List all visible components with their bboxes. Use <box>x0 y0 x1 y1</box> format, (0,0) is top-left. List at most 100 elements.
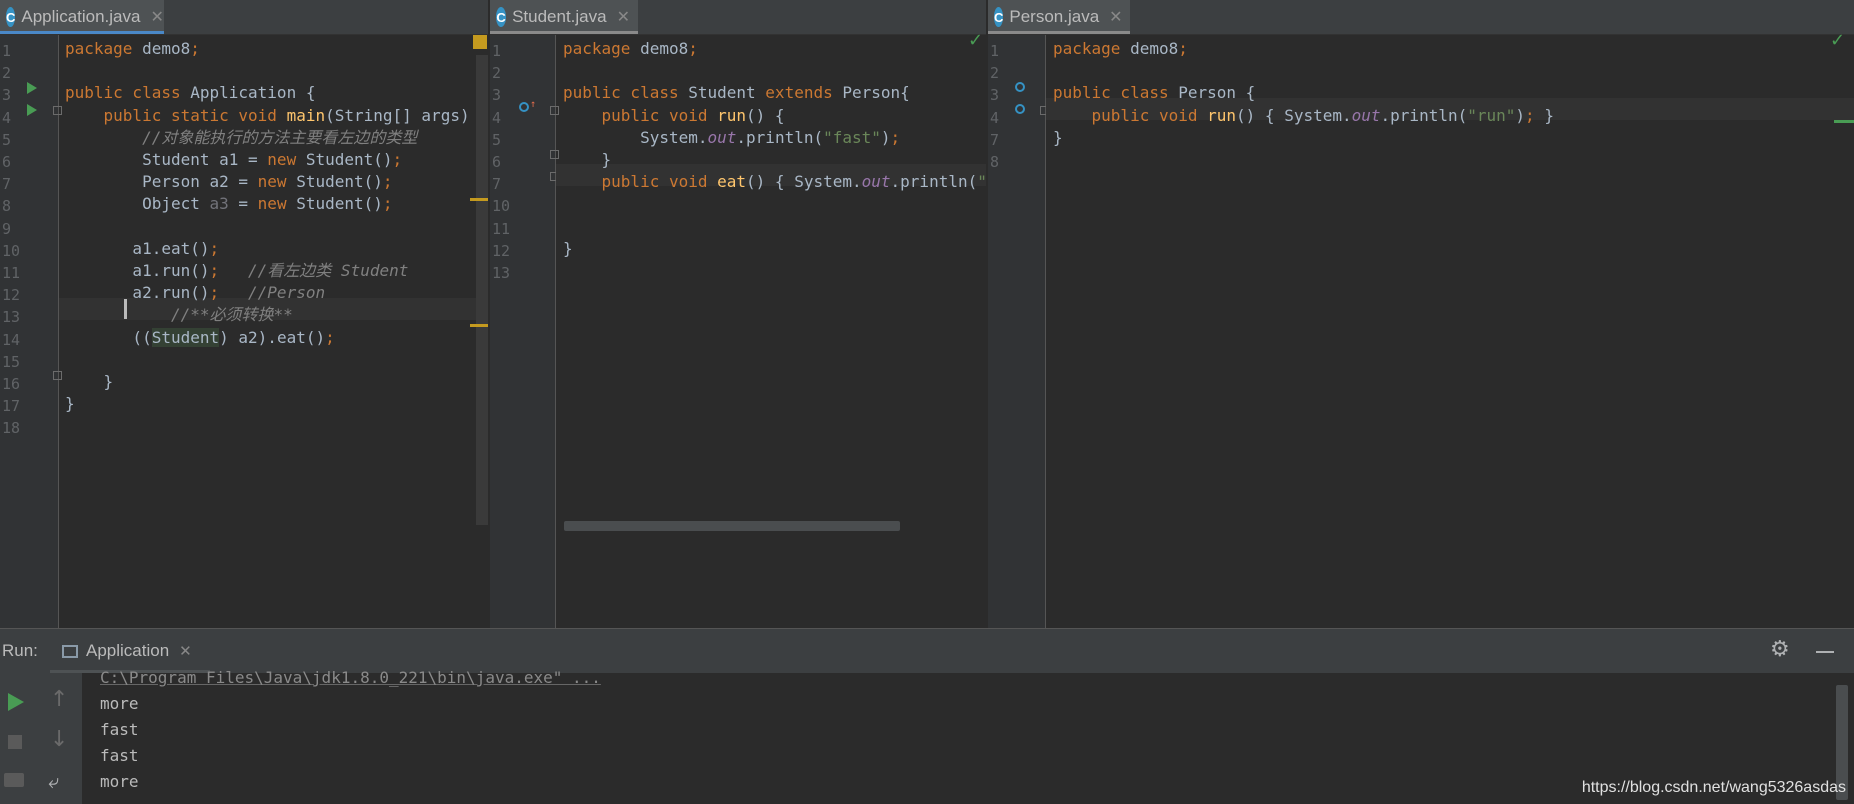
run-toolbar: ↑ ↓ ⤶ <box>0 673 82 804</box>
line-number: 12 <box>2 286 21 305</box>
line-number: 7 <box>2 175 12 194</box>
code-token: package <box>563 39 641 58</box>
line-number: 7 <box>990 130 1000 149</box>
code-token: public class <box>563 83 689 103</box>
editor-tab-bar: C Application.java ✕ <box>0 0 488 35</box>
code-token: package <box>65 39 143 58</box>
override-marker-icon[interactable] <box>519 102 529 112</box>
console-output[interactable]: C:\Program Files\Java\jdk1.8.0_221\bin\j… <box>100 668 1830 804</box>
line-number: 13 <box>492 264 511 282</box>
horizontal-scrollbar[interactable] <box>564 521 900 531</box>
no-problems-check-icon: ✓ <box>1830 30 1846 51</box>
code-line: } <box>563 237 573 261</box>
gear-icon[interactable]: ⚙ <box>1770 637 1790 662</box>
code-token: extends <box>765 83 843 103</box>
code-token: ; <box>209 283 249 303</box>
code-editor[interactable]: package demo8; public class Person { publ… <box>1046 35 1854 628</box>
code-token: System. <box>563 127 708 147</box>
editor-pane-application: C Application.java ✕ 1 2 3 4 5 6 7 8 9 10 11 12 13 14… <box>0 0 488 628</box>
tab-student-java[interactable]: C Student.java ✕ <box>490 0 638 34</box>
console-icon <box>62 644 78 658</box>
soft-wrap-icon[interactable]: ⤶ <box>48 769 59 793</box>
code-token: Student <box>151 327 220 347</box>
down-arrow-icon[interactable]: ↓ <box>50 727 68 752</box>
line-number: 8 <box>2 197 12 216</box>
tab-title: Student.java <box>512 7 607 26</box>
code-token: Person { <box>1178 83 1256 103</box>
line-number: 5 <box>2 130 12 149</box>
code-token: ; <box>392 150 403 169</box>
code-token: } <box>65 394 75 414</box>
code-token: run <box>717 105 747 125</box>
editor-tab-bar: C Student.java ✕ <box>490 0 986 35</box>
code-token: eat <box>717 172 747 192</box>
tab-person-java[interactable]: C Person.java ✕ <box>988 0 1130 34</box>
console-line: fast <box>100 720 139 739</box>
up-arrow-icon[interactable]: ↑ <box>50 687 68 712</box>
error-stripe-mark[interactable] <box>470 324 488 327</box>
code-token: ) a2).eat() <box>219 327 326 347</box>
stop-icon[interactable] <box>8 735 22 749</box>
code-token: public void <box>563 172 718 192</box>
editor-pane-student: C Student.java ✕ 1 2 3 4 5 6 7 10 11 12 13 ↑ packa… <box>490 0 986 628</box>
code-line: public void run() { <box>563 104 785 128</box>
line-number-gutter: 1 2 3 4 7 8 <box>988 35 1049 628</box>
code-token: .println( <box>890 172 978 192</box>
code-line: Person a2 = new Student(); <box>65 170 392 194</box>
line-number: 7 <box>492 175 502 194</box>
close-icon[interactable]: ✕ <box>617 7 630 27</box>
overridden-marker-icon[interactable] <box>1015 82 1025 92</box>
code-editor[interactable]: package demo8; public class Application {… <box>59 35 488 628</box>
close-icon[interactable]: ✕ <box>150 7 163 27</box>
code-token: demo8 <box>640 39 689 58</box>
tab-application-java[interactable]: C Application.java ✕ <box>0 0 164 34</box>
code-token: a1.run() <box>65 261 210 280</box>
code-token: (String[] args) { <box>325 105 488 125</box>
code-token: Student a1 = <box>65 150 268 169</box>
close-icon[interactable]: ✕ <box>179 642 192 660</box>
code-token: Student() <box>305 150 393 169</box>
code-line: } <box>65 392 75 416</box>
console-line: more <box>100 772 139 791</box>
code-token: ) <box>1515 105 1526 125</box>
run-main-icon[interactable] <box>27 104 37 116</box>
line-number: 17 <box>2 397 21 416</box>
no-problems-check-icon: ✓ <box>968 30 984 51</box>
code-token: Person a2 = <box>65 172 258 192</box>
line-number: 6 <box>2 153 12 171</box>
code-line: System.out.println("fast"); <box>563 126 900 150</box>
run-icon[interactable] <box>8 693 24 711</box>
line-number: 2 <box>492 64 502 83</box>
run-class-icon[interactable] <box>27 82 37 94</box>
minimize-icon[interactable] <box>1816 651 1834 653</box>
code-token: //对象能执行的方法主要看左边的类型 <box>65 127 418 147</box>
camera-icon[interactable] <box>4 773 24 787</box>
code-line: package demo8; <box>1053 37 1188 61</box>
code-line: public void eat() { System.out.println("… <box>563 170 986 194</box>
code-token: ; <box>688 39 698 58</box>
code-token: run <box>1207 105 1237 125</box>
code-token: () { System. <box>746 172 862 192</box>
line-number: 3 <box>990 86 1000 105</box>
code-token: ; <box>325 327 335 347</box>
code-line: package demo8; <box>65 37 200 61</box>
warning-marker-icon[interactable] <box>473 35 487 49</box>
code-line: //**必须转换** <box>65 303 293 327</box>
error-stripe-mark[interactable] <box>470 198 488 201</box>
watermark: https://blog.csdn.net/wang5326asdas <box>1581 779 1846 796</box>
close-icon[interactable]: ✕ <box>1109 7 1122 27</box>
line-number: 16 <box>2 375 21 393</box>
code-line: public void run() { System.out.println("… <box>1053 104 1554 128</box>
console-line: fast <box>100 746 139 765</box>
code-token: out <box>1351 105 1381 125</box>
code-token: a2.run() <box>65 283 210 303</box>
code-token: ) <box>880 127 891 147</box>
code-editor[interactable]: package demo8; public class Student exten… <box>556 35 986 628</box>
code-token: "run" <box>1467 105 1516 125</box>
editor-scrollbar[interactable] <box>476 55 488 525</box>
overridden-marker-icon[interactable] <box>1015 104 1025 114</box>
code-line: package demo8; <box>563 37 698 61</box>
line-number: 3 <box>492 86 502 105</box>
code-line: } <box>563 148 612 172</box>
tab-title: Application.java <box>21 7 141 26</box>
